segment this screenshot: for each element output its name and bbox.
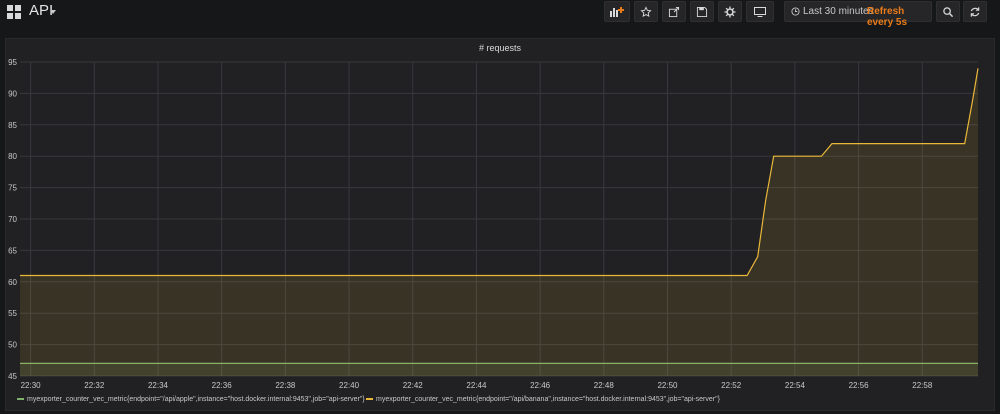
y-tick-label: 65 [8,246,17,255]
y-tick-label: 95 [8,58,17,67]
y-tick-label: 85 [8,121,17,130]
series-area-1 [20,68,978,377]
legend-label: myexporter_counter_vec_metric{endpoint="… [27,396,365,403]
y-tick-label: 75 [8,184,17,193]
x-tick-label: 22:52 [721,381,742,390]
x-tick-label: 22:48 [594,381,615,390]
x-tick-label: 22:46 [530,381,551,390]
y-tick-label: 50 [8,341,17,350]
x-tick-label: 22:54 [785,381,806,390]
y-tick-label: 90 [8,89,17,98]
x-tick-label: 22:50 [657,381,678,390]
y-tick-label: 55 [8,309,17,318]
x-tick-label: 22:34 [148,381,169,390]
legend-swatch [366,398,373,401]
requests-graph[interactable]: 45 50 55 60 65 70 75 80 85 90 95 22:30 22:32 22:34 22… [0,0,1000,414]
x-tick-label: 22:56 [849,381,870,390]
legend-swatch [17,398,24,401]
x-tick-label: 22:36 [212,381,233,390]
x-tick-label: 22:38 [275,381,296,390]
y-tick-label: 45 [8,372,17,381]
x-tick-label: 22:58 [912,381,933,390]
x-tick-label: 22:32 [84,381,105,390]
y-tick-label: 60 [8,278,17,287]
y-tick-label: 70 [8,215,17,224]
legend-label: myexporter_counter_vec_metric{endpoint="… [376,396,720,403]
x-tick-label: 22:44 [466,381,487,390]
legend-item-banana[interactable]: myexporter_counter_vec_metric{endpoint="… [366,396,720,403]
x-tick-label: 22:42 [403,381,424,390]
y-tick-label: 80 [8,152,17,161]
legend-item-apple[interactable]: myexporter_counter_vec_metric{endpoint="… [17,396,365,403]
x-tick-label: 22:30 [21,381,42,390]
x-tick-label: 22:40 [339,381,360,390]
